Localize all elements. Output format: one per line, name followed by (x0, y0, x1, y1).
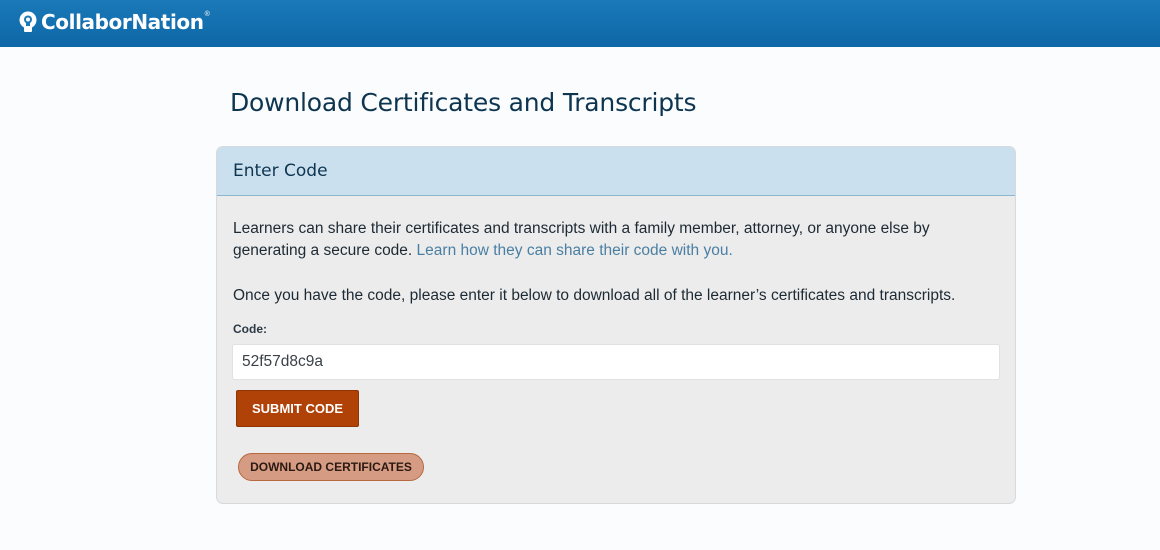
download-certificates-button[interactable]: DOWNLOAD CERTIFICATES (238, 453, 424, 481)
brand-name: CollaborNation (41, 10, 204, 34)
code-input[interactable] (232, 344, 1000, 380)
page-title: Download Certificates and Transcripts (230, 88, 697, 117)
code-label: Code: (233, 322, 267, 336)
card-header-title: Enter Code (233, 161, 328, 181)
registered-mark: ® (204, 11, 210, 18)
learn-how-to-share-link[interactable]: Learn how they can share their code with… (417, 242, 733, 259)
top-navigation-bar: CollaborNation ® (0, 0, 1160, 47)
enter-code-card: Enter Code Learners can share their cert… (216, 146, 1016, 504)
submit-code-button[interactable]: SUBMIT CODE (236, 390, 359, 427)
brand-logo-link[interactable]: CollaborNation ® (17, 8, 210, 36)
card-header: Enter Code (217, 147, 1015, 196)
instruction-paragraph: Once you have the code, please enter it … (233, 287, 956, 304)
lightbulb-head-icon (19, 11, 37, 32)
description-paragraph: Learners can share their certificates an… (233, 218, 993, 262)
